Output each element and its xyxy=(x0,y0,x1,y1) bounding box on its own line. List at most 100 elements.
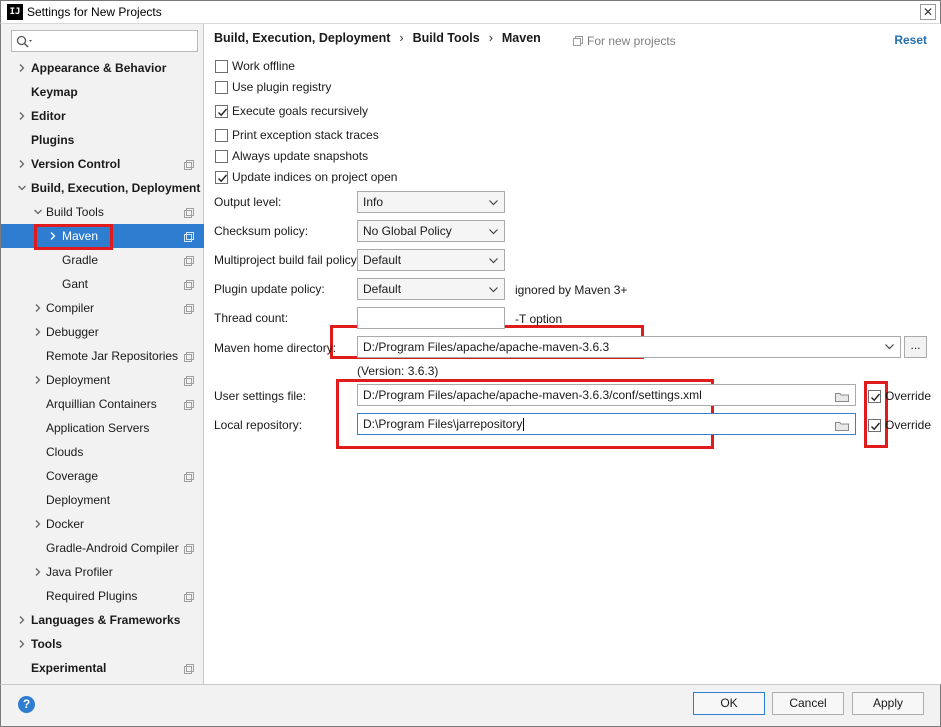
checkbox-box[interactable] xyxy=(215,80,228,94)
breadcrumb-item[interactable]: Build, Execution, Deployment xyxy=(214,31,390,45)
folder-icon[interactable] xyxy=(835,421,849,431)
maven-home-value: D:/Program Files/apache/apache-maven-3.6… xyxy=(363,340,610,354)
sidebar-item[interactable]: Build, Execution, Deployment xyxy=(1,176,204,200)
sidebar-item[interactable]: Build Tools xyxy=(1,200,204,224)
chevron-right-icon[interactable] xyxy=(17,63,27,73)
user-settings-input[interactable]: D:/Program Files/apache/apache-maven-3.6… xyxy=(357,384,856,406)
checkbox-box[interactable] xyxy=(215,128,228,142)
multiproject-policy-value: Default xyxy=(363,253,402,267)
sidebar-item[interactable]: Compiler xyxy=(1,296,204,320)
sidebar-item[interactable]: Docker xyxy=(1,512,204,536)
option-checkbox[interactable]: Work offline xyxy=(215,57,295,75)
apply-button[interactable]: Apply xyxy=(852,692,924,715)
ok-button[interactable]: OK xyxy=(693,692,765,715)
plugin-update-hint: ignored by Maven 3+ xyxy=(515,283,628,297)
copy-icon xyxy=(184,231,194,242)
option-checkbox[interactable]: Always update snapshots xyxy=(215,147,368,165)
sidebar-item[interactable]: Java Profiler xyxy=(1,560,204,584)
sidebar-item[interactable]: Clouds xyxy=(1,440,204,464)
user-settings-override-checkbox[interactable]: Override xyxy=(868,387,931,405)
chevron-right-icon[interactable] xyxy=(17,111,27,121)
search-box[interactable] xyxy=(11,30,198,52)
checkbox-box[interactable] xyxy=(215,59,228,73)
sidebar-item-label: Gradle xyxy=(62,253,99,267)
option-checkbox[interactable]: Use plugin registry xyxy=(215,78,331,96)
sidebar-item[interactable]: Plugins xyxy=(1,128,204,152)
sidebar-item[interactable]: Keymap xyxy=(1,80,204,104)
multiproject-policy-select[interactable]: Default xyxy=(357,249,505,271)
close-button[interactable]: ✕ xyxy=(920,4,936,20)
chevron-right-icon[interactable] xyxy=(33,303,43,313)
chevron-right-icon[interactable] xyxy=(33,375,43,385)
sidebar-item[interactable]: Debugger xyxy=(1,320,204,344)
search-input[interactable] xyxy=(38,33,188,49)
dialog-footer: ? OK Cancel Apply xyxy=(0,684,941,727)
sidebar-item[interactable]: Deployment xyxy=(1,488,204,512)
option-label: Always update snapshots xyxy=(232,149,369,163)
option-checkbox[interactable]: Update indices on project open xyxy=(215,168,397,186)
chevron-right-icon[interactable] xyxy=(33,327,43,337)
copy-icon xyxy=(184,351,194,362)
local-repo-override-checkbox[interactable]: Override xyxy=(868,416,931,434)
folder-icon[interactable] xyxy=(835,392,849,402)
copy-icon xyxy=(184,663,194,674)
checkbox-box[interactable] xyxy=(215,104,228,118)
option-checkbox[interactable]: Execute goals recursively xyxy=(215,102,368,120)
checksum-policy-label: Checksum policy: xyxy=(214,224,309,238)
cancel-button[interactable]: Cancel xyxy=(772,692,844,715)
checkbox-box[interactable] xyxy=(868,389,881,403)
sidebar-item[interactable]: Editor xyxy=(1,104,204,128)
breadcrumb-item[interactable]: Build Tools xyxy=(413,31,480,45)
sidebar-item[interactable]: Experimental xyxy=(1,656,204,680)
sidebar-item[interactable]: Arquillian Containers xyxy=(1,392,204,416)
maven-version-text: (Version: 3.6.3) xyxy=(357,364,439,378)
copy-icon xyxy=(184,159,194,170)
checkbox-box[interactable] xyxy=(868,418,881,432)
user-settings-label: User settings file: xyxy=(214,389,307,403)
sidebar-item-label: Compiler xyxy=(46,301,95,315)
chevron-right-icon[interactable] xyxy=(33,567,43,577)
help-icon[interactable]: ? xyxy=(18,696,35,713)
sidebar-item[interactable]: Application Servers xyxy=(1,416,204,440)
copy-icon xyxy=(184,375,194,386)
reset-link[interactable]: Reset xyxy=(894,33,927,47)
plugin-update-policy-select[interactable]: Default xyxy=(357,278,505,300)
sidebar-item[interactable]: Remote Jar Repositories xyxy=(1,344,204,368)
sidebar-item[interactable]: Required Plugins xyxy=(1,584,204,608)
sidebar-item[interactable]: Gant xyxy=(1,272,204,296)
sidebar-item[interactable]: Tools xyxy=(1,632,204,656)
chevron-down-icon[interactable] xyxy=(17,183,27,193)
sidebar-item[interactable]: Gradle xyxy=(1,248,204,272)
checkmark-icon xyxy=(218,174,228,182)
settings-sidebar: Appearance & Behavior Keymap Editor Plugins… xyxy=(0,24,204,684)
chevron-right-icon[interactable] xyxy=(17,615,27,625)
thread-count-input[interactable] xyxy=(357,307,505,329)
local-repo-input[interactable]: D:\Program Files\jarrepository xyxy=(357,413,856,435)
output-level-select[interactable]: Info xyxy=(357,191,505,213)
chevron-right-icon[interactable] xyxy=(17,159,27,169)
sidebar-item-label: Gant xyxy=(62,277,89,291)
checksum-policy-select[interactable]: No Global Policy xyxy=(357,220,505,242)
sidebar-item[interactable]: Deployment xyxy=(1,368,204,392)
sidebar-item[interactable]: Appearance & Behavior xyxy=(1,56,204,80)
maven-home-browse-button[interactable]: ... xyxy=(904,336,927,358)
local-repo-label: Local repository: xyxy=(214,418,303,432)
window-title: Settings for New Projects xyxy=(27,5,162,19)
chevron-down-icon[interactable] xyxy=(33,207,43,217)
chevron-right-icon[interactable] xyxy=(48,231,58,241)
sidebar-item[interactable]: Coverage xyxy=(1,464,204,488)
breadcrumb-separator: › xyxy=(399,31,404,45)
copy-icon xyxy=(184,399,194,410)
checkbox-box[interactable] xyxy=(215,149,228,163)
chevron-right-icon[interactable] xyxy=(17,639,27,649)
chevron-right-icon[interactable] xyxy=(33,519,43,529)
maven-home-combobox[interactable]: D:/Program Files/apache/apache-maven-3.6… xyxy=(357,336,901,358)
checkmark-icon xyxy=(871,393,881,401)
option-checkbox[interactable]: Print exception stack traces xyxy=(215,126,379,144)
sidebar-item[interactable]: Languages & Frameworks xyxy=(1,608,204,632)
checkbox-box[interactable] xyxy=(215,170,228,184)
sidebar-item-label: Arquillian Containers xyxy=(46,397,157,411)
sidebar-item[interactable]: Maven xyxy=(1,224,204,248)
sidebar-item[interactable]: Version Control xyxy=(1,152,204,176)
sidebar-item[interactable]: Gradle-Android Compiler xyxy=(1,536,204,560)
